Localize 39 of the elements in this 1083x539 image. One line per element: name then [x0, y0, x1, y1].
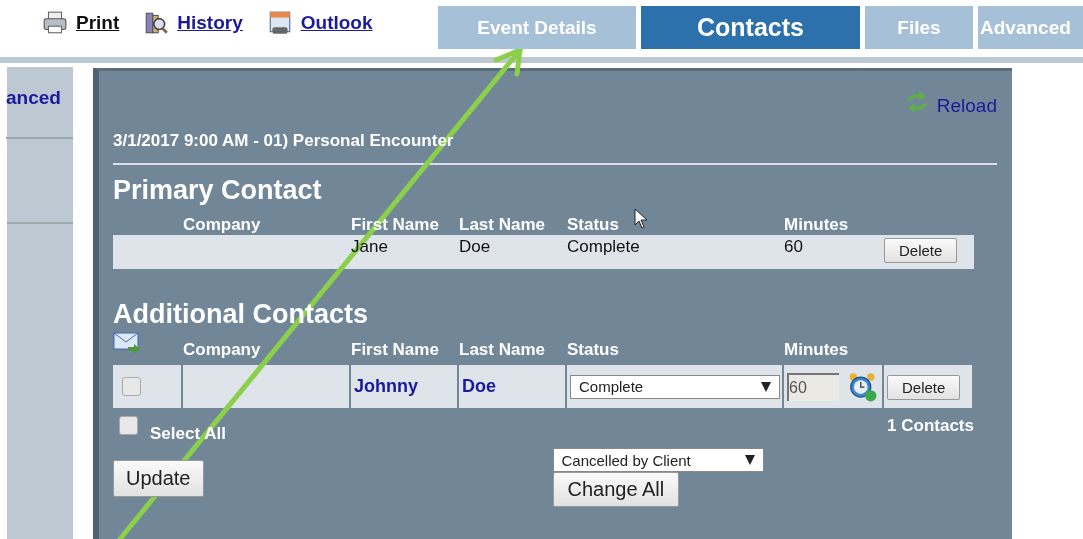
dropdown-arrow-icon — [761, 381, 771, 392]
toolbar-link[interactable]: History — [143, 10, 243, 36]
delete-button[interactable]: Delete — [887, 374, 961, 400]
row-checkbox[interactable] — [122, 377, 141, 396]
cursor-icon — [634, 208, 648, 230]
contact-count: 1 Contacts — [887, 416, 974, 437]
column-header: Minutes — [784, 340, 849, 360]
minutes-field[interactable]: 60 — [787, 372, 839, 401]
change-all-button[interactable]: Change All — [552, 472, 680, 507]
table-cell-text: 60 — [784, 237, 804, 257]
sidebar-item[interactable]: anced — [6, 87, 73, 139]
event-title: 3/1/2017 9:00 AM - 01) Personal Encounter — [113, 131, 455, 151]
alarm-clock-icon — [847, 371, 877, 402]
magnifier-book-icon — [143, 10, 170, 36]
contact-link[interactable]: Doe — [462, 376, 496, 397]
dropdown-arrow-icon — [744, 455, 755, 465]
section-heading: Primary Contact — [113, 175, 323, 207]
status-dropdown[interactable]: Complete — [570, 374, 780, 399]
select-all-checkbox[interactable] — [119, 416, 138, 435]
update-button[interactable]: Update — [113, 460, 204, 497]
delete-button[interactable]: Delete — [884, 238, 958, 263]
column-header: Last Name — [459, 215, 545, 235]
toolbar-link[interactable]: Print — [42, 10, 120, 36]
column-header: Company — [183, 340, 261, 360]
column-header: Last Name — [459, 340, 545, 360]
section-heading: Additional Contacts — [113, 299, 369, 331]
column-header: Company — [183, 215, 261, 235]
select-all-label: Select All — [150, 424, 226, 444]
column-header: Status — [567, 340, 619, 360]
table-cell-text: Complete — [567, 237, 641, 257]
table-cell-text: Doe — [459, 237, 492, 257]
printer-icon — [42, 10, 68, 36]
column-header: First Name — [351, 215, 439, 235]
column-header: Minutes — [784, 215, 849, 235]
column-header: Status — [567, 215, 619, 235]
toolbar-link[interactable]: Outlook — [266, 10, 373, 36]
tab[interactable]: Contacts — [641, 6, 860, 49]
column-header: First Name — [351, 340, 439, 360]
bulk-status-dropdown[interactable]: Cancelled by Client — [552, 448, 764, 472]
